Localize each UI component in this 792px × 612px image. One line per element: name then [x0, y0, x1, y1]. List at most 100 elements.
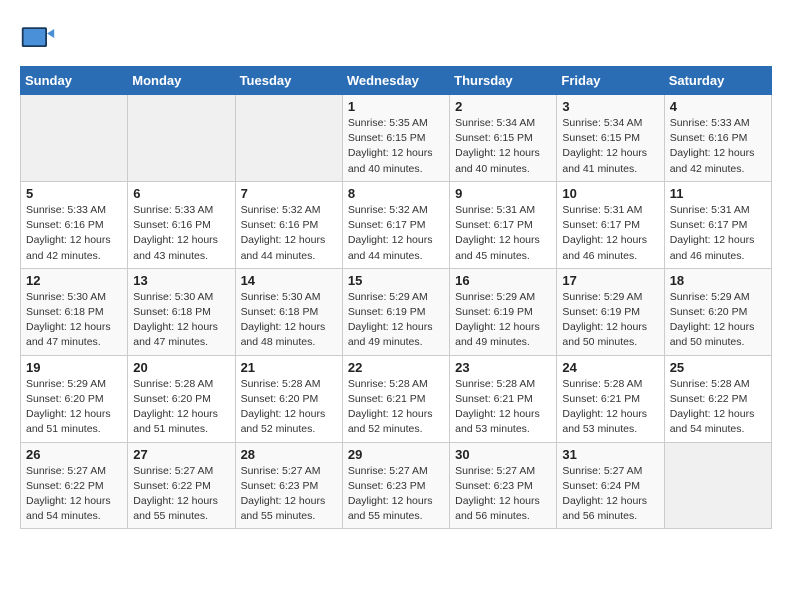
- day-info: Sunrise: 5:32 AMSunset: 6:16 PMDaylight:…: [241, 203, 337, 264]
- day-number: 23: [455, 360, 551, 375]
- day-number: 1: [348, 99, 444, 114]
- day-number: 21: [241, 360, 337, 375]
- day-info: Sunrise: 5:31 AMSunset: 6:17 PMDaylight:…: [455, 203, 551, 264]
- weekday-header: Saturday: [664, 67, 771, 95]
- day-info: Sunrise: 5:29 AMSunset: 6:20 PMDaylight:…: [26, 377, 122, 438]
- calendar-cell: [664, 442, 771, 529]
- calendar-cell: 27Sunrise: 5:27 AMSunset: 6:22 PMDayligh…: [128, 442, 235, 529]
- calendar-cell: 21 Sunrise: 5:28 AMSunset: 6:20 PMDayligh…: [235, 355, 342, 442]
- day-number: 8: [348, 186, 444, 201]
- day-number: 16: [455, 273, 551, 288]
- calendar-cell: 10Sunrise: 5:31 AMSunset: 6:17 PMDayligh…: [557, 181, 664, 268]
- calendar-cell: 1 Sunrise: 5:35 AMSunset: 6:15 PMDaylight…: [342, 95, 449, 182]
- day-number: 26: [26, 447, 122, 462]
- calendar-cell: 30 Sunrise: 5:27 AMSunset: 6:23 PMDayligh…: [450, 442, 557, 529]
- day-info: Sunrise: 5:27 AMSunset: 6:22 PMDaylight:…: [133, 464, 229, 525]
- day-number: 19: [26, 360, 122, 375]
- day-info: Sunrise: 5:27 AMSunset: 6:23 PMDaylight:…: [348, 464, 444, 525]
- calendar-week-row: 5Sunrise: 5:33 AMSunset: 6:16 PMDaylight…: [21, 181, 772, 268]
- weekday-header: Monday: [128, 67, 235, 95]
- logo: [20, 20, 60, 56]
- day-info: Sunrise: 5:30 AMSunset: 6:18 PMDaylight:…: [133, 290, 229, 351]
- weekday-header: Thursday: [450, 67, 557, 95]
- calendar-cell: 7 Sunrise: 5:32 AMSunset: 6:16 PMDaylight…: [235, 181, 342, 268]
- weekday-header: Friday: [557, 67, 664, 95]
- day-number: 22: [348, 360, 444, 375]
- calendar-header-row: SundayMondayTuesdayWednesdayThursdayFrid…: [21, 67, 772, 95]
- calendar-cell: 16 Sunrise: 5:29 AMSunset: 6:19 PMDayligh…: [450, 268, 557, 355]
- day-number: 12: [26, 273, 122, 288]
- calendar-cell: 12 Sunrise: 5:30 AMSunset: 6:18 PMDayligh…: [21, 268, 128, 355]
- day-number: 20: [133, 360, 229, 375]
- day-info: Sunrise: 5:30 AMSunset: 6:18 PMDaylight:…: [241, 290, 337, 351]
- calendar-cell: 2 Sunrise: 5:34 AMSunset: 6:15 PMDaylight…: [450, 95, 557, 182]
- day-number: 7: [241, 186, 337, 201]
- calendar-cell: 31 Sunrise: 5:27 AMSunset: 6:24 PMDayligh…: [557, 442, 664, 529]
- day-number: 25: [670, 360, 766, 375]
- calendar-cell: 22 Sunrise: 5:28 AMSunset: 6:21 PMDayligh…: [342, 355, 449, 442]
- day-number: 2: [455, 99, 551, 114]
- day-info: Sunrise: 5:28 AMSunset: 6:21 PMDaylight:…: [348, 377, 444, 438]
- calendar-cell: 8 Sunrise: 5:32 AMSunset: 6:17 PMDaylight…: [342, 181, 449, 268]
- day-info: Sunrise: 5:28 AMSunset: 6:22 PMDaylight:…: [670, 377, 766, 438]
- day-info: Sunrise: 5:27 AMSunset: 6:23 PMDaylight:…: [241, 464, 337, 525]
- day-number: 30: [455, 447, 551, 462]
- calendar-cell: 26 Sunrise: 5:27 AMSunset: 6:22 PMDayligh…: [21, 442, 128, 529]
- day-number: 13: [133, 273, 229, 288]
- calendar-cell: 19 Sunrise: 5:29 AMSunset: 6:20 PMDayligh…: [21, 355, 128, 442]
- calendar-week-row: 12 Sunrise: 5:30 AMSunset: 6:18 PMDayligh…: [21, 268, 772, 355]
- day-info: Sunrise: 5:33 AMSunset: 6:16 PMDaylight:…: [26, 203, 122, 264]
- day-info: Sunrise: 5:29 AMSunset: 6:19 PMDaylight:…: [348, 290, 444, 351]
- calendar-table: SundayMondayTuesdayWednesdayThursdayFrid…: [20, 66, 772, 529]
- day-info: Sunrise: 5:28 AMSunset: 6:20 PMDaylight:…: [133, 377, 229, 438]
- calendar-week-row: 19 Sunrise: 5:29 AMSunset: 6:20 PMDayligh…: [21, 355, 772, 442]
- day-info: Sunrise: 5:28 AMSunset: 6:21 PMDaylight:…: [455, 377, 551, 438]
- calendar-cell: 4 Sunrise: 5:33 AMSunset: 6:16 PMDaylight…: [664, 95, 771, 182]
- day-number: 29: [348, 447, 444, 462]
- day-number: 31: [562, 447, 658, 462]
- calendar-cell: 20 Sunrise: 5:28 AMSunset: 6:20 PMDayligh…: [128, 355, 235, 442]
- day-number: 14: [241, 273, 337, 288]
- calendar-cell: 9 Sunrise: 5:31 AMSunset: 6:17 PMDaylight…: [450, 181, 557, 268]
- day-number: 9: [455, 186, 551, 201]
- page-header: [20, 20, 772, 56]
- calendar-cell: 25 Sunrise: 5:28 AMSunset: 6:22 PMDayligh…: [664, 355, 771, 442]
- calendar-cell: [128, 95, 235, 182]
- calendar-body: 1 Sunrise: 5:35 AMSunset: 6:15 PMDaylight…: [21, 95, 772, 529]
- calendar-cell: 23 Sunrise: 5:28 AMSunset: 6:21 PMDayligh…: [450, 355, 557, 442]
- day-number: 28: [241, 447, 337, 462]
- day-info: Sunrise: 5:33 AMSunset: 6:16 PMDaylight:…: [670, 116, 766, 177]
- day-number: 6: [133, 186, 229, 201]
- calendar-cell: 6 Sunrise: 5:33 AMSunset: 6:16 PMDaylight…: [128, 181, 235, 268]
- calendar-cell: 11 Sunrise: 5:31 AMSunset: 6:17 PMDayligh…: [664, 181, 771, 268]
- calendar-cell: 28 Sunrise: 5:27 AMSunset: 6:23 PMDayligh…: [235, 442, 342, 529]
- day-info: Sunrise: 5:34 AMSunset: 6:15 PMDaylight:…: [455, 116, 551, 177]
- calendar-cell: 13 Sunrise: 5:30 AMSunset: 6:18 PMDayligh…: [128, 268, 235, 355]
- day-info: Sunrise: 5:28 AMSunset: 6:21 PMDaylight:…: [562, 377, 658, 438]
- calendar-week-row: 1 Sunrise: 5:35 AMSunset: 6:15 PMDaylight…: [21, 95, 772, 182]
- day-info: Sunrise: 5:33 AMSunset: 6:16 PMDaylight:…: [133, 203, 229, 264]
- day-info: Sunrise: 5:29 AMSunset: 6:19 PMDaylight:…: [562, 290, 658, 351]
- day-info: Sunrise: 5:31 AMSunset: 6:17 PMDaylight:…: [562, 203, 658, 264]
- calendar-cell: 3Sunrise: 5:34 AMSunset: 6:15 PMDaylight…: [557, 95, 664, 182]
- calendar-cell: 29 Sunrise: 5:27 AMSunset: 6:23 PMDayligh…: [342, 442, 449, 529]
- day-info: Sunrise: 5:35 AMSunset: 6:15 PMDaylight:…: [348, 116, 444, 177]
- weekday-header: Wednesday: [342, 67, 449, 95]
- day-info: Sunrise: 5:29 AMSunset: 6:20 PMDaylight:…: [670, 290, 766, 351]
- calendar-cell: 14 Sunrise: 5:30 AMSunset: 6:18 PMDayligh…: [235, 268, 342, 355]
- day-info: Sunrise: 5:32 AMSunset: 6:17 PMDaylight:…: [348, 203, 444, 264]
- day-info: Sunrise: 5:27 AMSunset: 6:23 PMDaylight:…: [455, 464, 551, 525]
- day-info: Sunrise: 5:27 AMSunset: 6:22 PMDaylight:…: [26, 464, 122, 525]
- day-number: 11: [670, 186, 766, 201]
- calendar-cell: 15 Sunrise: 5:29 AMSunset: 6:19 PMDayligh…: [342, 268, 449, 355]
- day-number: 15: [348, 273, 444, 288]
- day-info: Sunrise: 5:28 AMSunset: 6:20 PMDaylight:…: [241, 377, 337, 438]
- day-info: Sunrise: 5:29 AMSunset: 6:19 PMDaylight:…: [455, 290, 551, 351]
- calendar-cell: [235, 95, 342, 182]
- day-info: Sunrise: 5:34 AMSunset: 6:15 PMDaylight:…: [562, 116, 658, 177]
- day-number: 4: [670, 99, 766, 114]
- day-info: Sunrise: 5:30 AMSunset: 6:18 PMDaylight:…: [26, 290, 122, 351]
- weekday-header: Tuesday: [235, 67, 342, 95]
- day-info: Sunrise: 5:27 AMSunset: 6:24 PMDaylight:…: [562, 464, 658, 525]
- day-info: Sunrise: 5:31 AMSunset: 6:17 PMDaylight:…: [670, 203, 766, 264]
